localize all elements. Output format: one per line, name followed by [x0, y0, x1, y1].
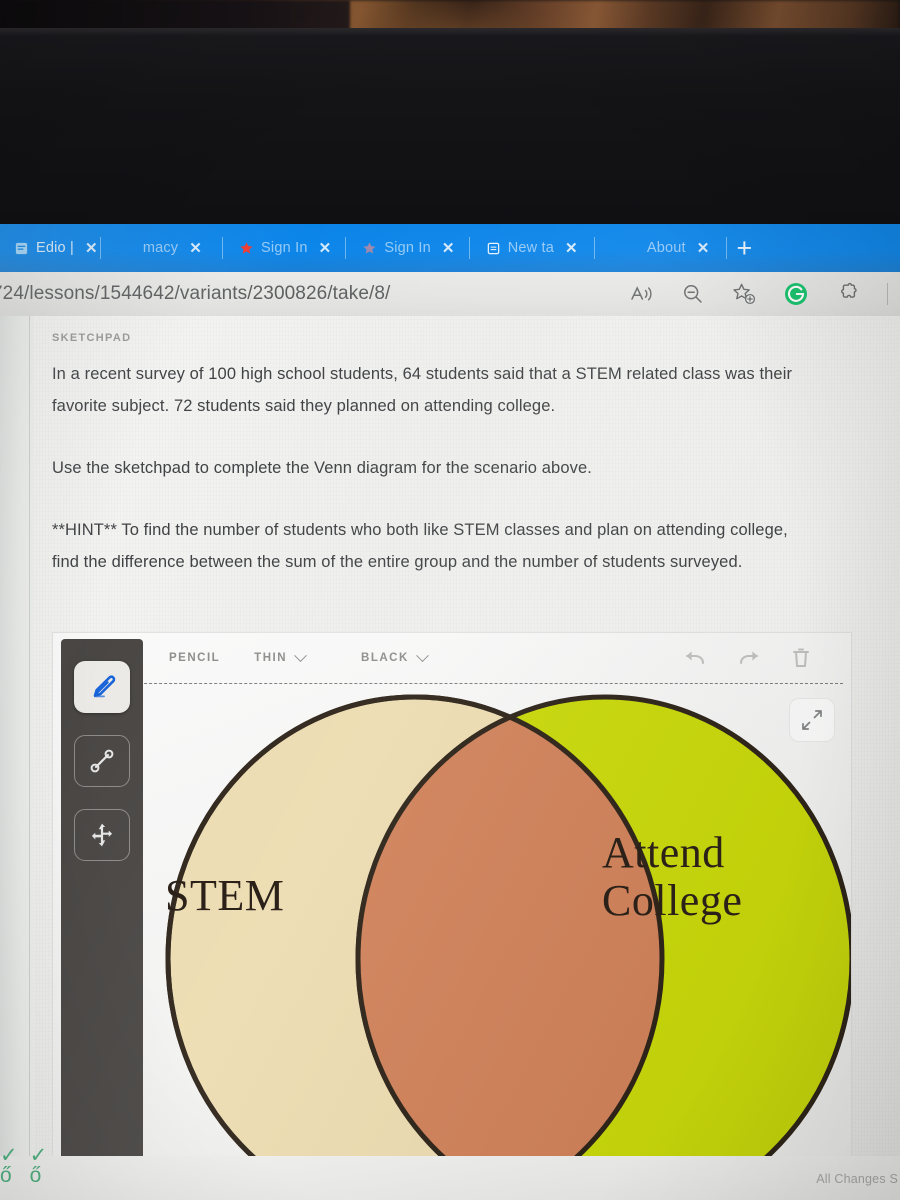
browser-tab-0[interactable]: Edio | ✕: [0, 224, 100, 272]
browser-tab-strip: Edio | ✕ macy ✕ Sign In ✕ Sign In ✕ New …: [0, 224, 900, 272]
zoom-out-icon[interactable]: [681, 282, 705, 306]
tab-label: Sign In: [261, 240, 308, 256]
address-bar-icon-group: [629, 281, 900, 307]
line-icon: [90, 749, 114, 773]
venn-label-college-line1: Attend: [602, 828, 725, 877]
redo-icon[interactable]: [737, 648, 761, 668]
pencil-tool-button[interactable]: [74, 661, 130, 713]
tab-label: New ta: [507, 240, 555, 256]
color-dropdown[interactable]: BLACK: [361, 648, 429, 664]
lesson-prose: In a recent survey of 100 high school st…: [52, 358, 812, 578]
page-footer-strip: All Changes S: [0, 1156, 900, 1200]
tab-close-button[interactable]: ✕: [442, 239, 455, 257]
tab-close-button[interactable]: ✕: [565, 239, 578, 257]
move-icon: [91, 823, 113, 847]
page-left-margin: [0, 316, 34, 1200]
document-icon: [15, 242, 28, 254]
sketchpad-widget[interactable]: PENCIL THIN BLACK STEM Attend College: [52, 632, 852, 1172]
browser-tab-3[interactable]: Sign In ✕: [346, 224, 456, 272]
add-favorite-icon[interactable]: [731, 282, 757, 306]
monitor-edge-marks: ✓ ő ✓ ő: [0, 1144, 60, 1200]
pale-star-icon: [363, 241, 376, 254]
sketchpad-dashed-divider: [99, 683, 843, 684]
color-value: BLACK: [361, 652, 409, 664]
monitor-bezel: [0, 28, 900, 224]
red-star-icon: [240, 241, 253, 254]
screenshot-root: Edio | ✕ macy ✕ Sign In ✕ Sign In ✕ New …: [0, 0, 900, 1200]
browser-tab-5[interactable]: About ✕: [595, 224, 712, 272]
lesson-paragraph-scenario: In a recent survey of 100 high school st…: [52, 365, 793, 415]
line-tool-button[interactable]: [74, 735, 130, 787]
undo-icon[interactable]: [683, 648, 707, 668]
chevron-down-icon: [294, 648, 307, 662]
lesson-page: SKETCHPAD In a recent survey of 100 high…: [0, 316, 900, 1200]
autosave-status: All Changes S: [816, 1172, 898, 1186]
browser-address-bar: 724/lessons/1544642/variants/2300826/tak…: [0, 272, 900, 316]
grammarly-icon[interactable]: [783, 281, 809, 307]
pencil-icon: [93, 675, 116, 698]
tab-label: Sign In: [384, 240, 431, 256]
venn-diagram: STEM Attend College: [153, 689, 851, 1171]
browser-tab-1[interactable]: macy ✕: [101, 224, 204, 272]
edge-mark-2: ✓ ő: [29, 1144, 48, 1187]
venn-diagram-svg: [165, 694, 851, 1171]
address-url-text[interactable]: 724/lessons/1544642/variants/2300826/tak…: [0, 283, 390, 305]
thickness-value: THIN: [254, 652, 288, 664]
lesson-paragraph-instruction: Use the sketchpad to complete the Venn d…: [52, 459, 592, 477]
list-icon: [487, 242, 499, 254]
section-eyebrow: SKETCHPAD: [52, 332, 132, 344]
lesson-paragraph-hint: **HINT** To find the number of students …: [52, 521, 788, 571]
tab-close-button[interactable]: ✕: [697, 239, 710, 257]
expand-icon: [802, 710, 822, 730]
new-tab-button[interactable]: +: [727, 234, 763, 262]
tab-close-button[interactable]: ✕: [319, 239, 332, 257]
browser-tab-2[interactable]: Sign In ✕: [223, 224, 333, 272]
expand-sketchpad-button[interactable]: [789, 698, 835, 742]
tab-close-button[interactable]: ✕: [85, 239, 98, 257]
browser-tab-4[interactable]: New ta ✕: [470, 224, 580, 272]
extensions-icon[interactable]: [835, 281, 861, 307]
venn-label-stem: STEM: [165, 871, 285, 920]
sketchpad-tool-rail: [61, 639, 143, 1171]
chevron-down-icon: [415, 648, 429, 662]
pencil-tool-label: PENCIL: [169, 652, 221, 664]
tab-label: Edio |: [36, 240, 75, 256]
toolbar-divider: [887, 283, 888, 305]
tab-label: macy: [142, 240, 179, 256]
edge-mark-1: ✓ ő: [0, 1144, 18, 1187]
tab-close-button[interactable]: ✕: [189, 239, 202, 257]
trash-icon[interactable]: [791, 647, 811, 669]
move-tool-button[interactable]: [74, 809, 130, 861]
read-aloud-icon[interactable]: [629, 283, 655, 305]
sketchpad-action-group: [683, 647, 851, 669]
sketchpad-toolbar: PENCIL THIN BLACK: [53, 633, 851, 683]
thickness-dropdown[interactable]: THIN: [254, 648, 307, 664]
venn-label-college-line2: College: [602, 876, 743, 925]
venn-label-college: Attend College: [602, 829, 742, 925]
lesson-content: SKETCHPAD In a recent survey of 100 high…: [52, 332, 852, 578]
tab-label: About: [646, 240, 686, 256]
